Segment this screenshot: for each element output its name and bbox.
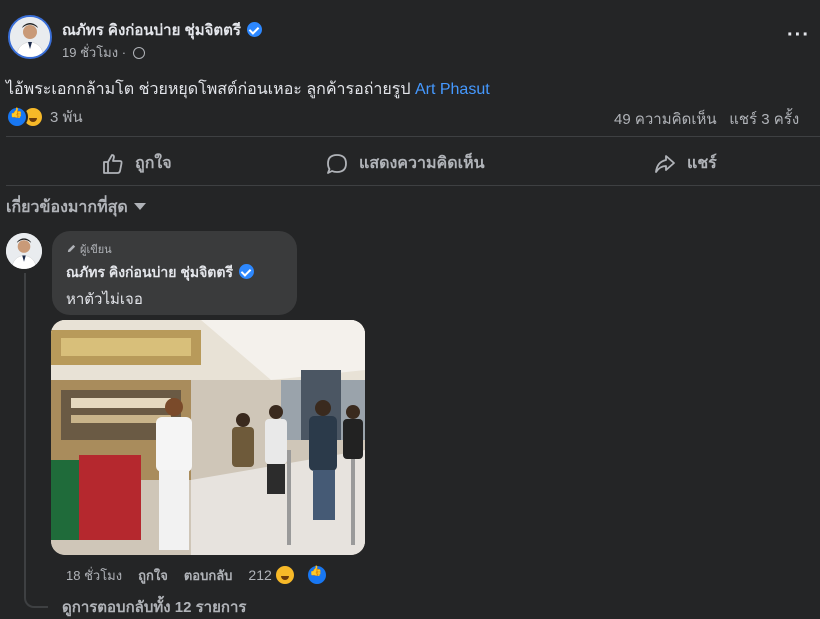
comment-label: แสดงความคิดเห็น xyxy=(359,155,485,172)
comment-author-name-text[interactable]: ณภัทร คิงก่อนบ่าย ชุ่มจิตตรี xyxy=(66,264,233,280)
haha-reaction-icon xyxy=(273,564,296,586)
mention-link[interactable]: Art Phasut xyxy=(415,81,490,98)
divider xyxy=(6,185,820,186)
post-meta: 19 ชั่วโมง · xyxy=(62,42,145,63)
mall-store-photo xyxy=(51,320,365,555)
comment-author-avatar[interactable] xyxy=(6,233,42,269)
verified-badge-icon xyxy=(246,22,262,37)
shares-count[interactable]: แชร์ 3 ครั้ง xyxy=(729,111,799,128)
author-name-text[interactable]: ณภัทร คิงก่อนบ่าย ชุ่มจิตตรี xyxy=(62,22,241,39)
view-replies-link[interactable]: ดูการตอบกลับทั้ง 12 รายการ xyxy=(62,595,246,619)
author-badge: ผู้เขียน xyxy=(66,240,112,258)
avatar-person-image xyxy=(6,233,42,269)
pencil-icon xyxy=(67,244,76,253)
like-button[interactable]: ถูกใจ xyxy=(101,151,172,176)
like-reaction-icon xyxy=(6,106,28,128)
filter-label: เกี่ยวข้องมากที่สุด xyxy=(6,199,128,216)
thumbs-up-icon xyxy=(103,153,123,174)
comment-filter-dropdown[interactable]: เกี่ยวข้องมากที่สุด xyxy=(6,195,146,220)
post-timestamp[interactable]: 19 ชั่วโมง · xyxy=(62,45,126,60)
divider xyxy=(6,136,820,137)
author-badge-label: ผู้เขียน xyxy=(80,244,112,256)
post-stats: 49 ความคิดเห็น แชร์ 3 ครั้ง xyxy=(614,107,799,131)
caret-down-icon xyxy=(133,203,146,210)
comment-text: หาตัวไม่เจอ xyxy=(66,291,143,308)
author-avatar[interactable] xyxy=(8,15,52,59)
verified-badge-icon xyxy=(239,264,254,279)
comments-count[interactable]: 49 ความคิดเห็น xyxy=(614,111,717,128)
comment-time[interactable]: 18 ชั่วโมง xyxy=(66,565,122,586)
share-label: แชร์ xyxy=(687,155,717,172)
comment-author-name[interactable]: ณภัทร คิงก่อนบ่าย ชุ่มจิตตรี xyxy=(66,262,254,284)
comment-actions: 18 ชั่วโมง ถูกใจ ตอบกลับ 212 xyxy=(66,564,360,586)
comment-reply-button[interactable]: ตอบกลับ xyxy=(184,565,233,586)
avatar-person-image xyxy=(10,17,50,57)
more-options-button[interactable]: ··· xyxy=(787,24,810,47)
share-button[interactable]: แชร์ xyxy=(653,151,717,176)
reaction-count[interactable]: 3 พัน xyxy=(50,105,83,129)
thread-connector xyxy=(24,592,48,608)
post-text: ไอ้พระเอกกล้ามโต ช่วยหยุดโพสต์ก่อนเหอะ ล… xyxy=(6,77,490,102)
like-label: ถูกใจ xyxy=(135,155,172,172)
share-arrow-icon xyxy=(655,154,675,173)
thread-line xyxy=(24,273,26,597)
like-reaction-icon xyxy=(305,564,328,586)
globe-icon xyxy=(132,47,145,59)
reaction-summary[interactable]: 3 พัน xyxy=(6,105,83,129)
comment-like-button[interactable]: ถูกใจ xyxy=(138,565,168,586)
comment-photo[interactable] xyxy=(51,320,365,555)
author-name[interactable]: ณภัทร คิงก่อนบ่าย ชุ่มจิตตรี xyxy=(62,18,262,42)
comment-icon xyxy=(327,153,347,174)
comment-reaction-count[interactable]: 212 xyxy=(248,567,271,583)
comment-button[interactable]: แสดงความคิดเห็น xyxy=(325,151,485,176)
post-body: ไอ้พระเอกกล้ามโต ช่วยหยุดโพสต์ก่อนเหอะ ล… xyxy=(6,81,415,98)
comment-reactions[interactable] xyxy=(273,564,344,586)
